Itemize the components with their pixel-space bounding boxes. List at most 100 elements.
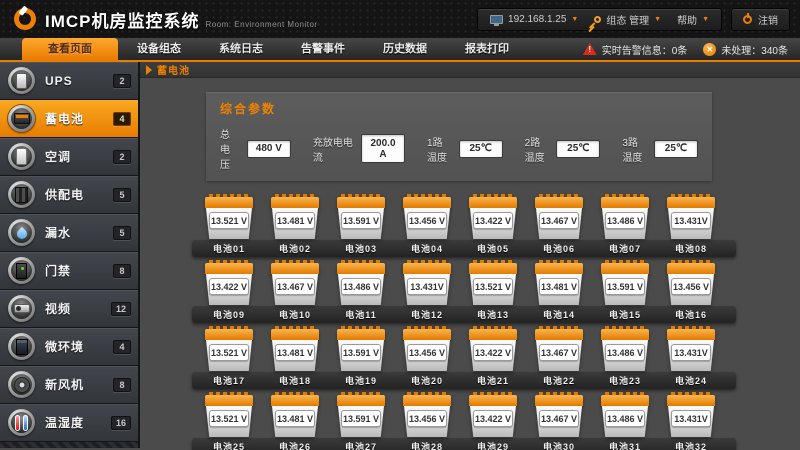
battery-cell[interactable]: 13.456 V电池28 [394,392,460,450]
battery-cell[interactable]: 13.422 V电池09 [196,260,262,324]
sidebar-item-count: 2 [113,74,131,88]
sidebar-item-door-access[interactable]: 门禁 8 [0,252,138,290]
fresh-air-fan-icon [8,371,35,398]
tab-alarm-events[interactable]: 告警事件 [282,38,364,60]
battery-cell[interactable]: 13.481 V电池02 [262,194,328,258]
battery-cell[interactable]: 13.521 V电池25 [196,392,262,450]
battery-cell[interactable]: 13.456 V电池16 [658,260,724,324]
battery-cell[interactable]: 13.422 V电池05 [460,194,526,258]
battery-cell[interactable]: 13.431V电池24 [658,326,724,390]
battery-voltage: 13.467 V [275,278,315,295]
battery-cell[interactable]: 13.521 V电池13 [460,260,526,324]
battery-name: 电池29 [477,440,509,450]
config-manage-menu[interactable]: 组态 管理 ▼ [594,12,661,27]
ip-address: 192.168.1.25 [508,14,566,25]
battery-cell[interactable]: 13.591 V 电池19 [328,326,394,390]
field-temp-1: 1路温度 25℃ [427,134,503,164]
battery-cell[interactable]: 13.591 V电池27 [328,392,394,450]
battery-graphic: 13.521 V [202,392,256,437]
sidebar-item-video[interactable]: 视频 12 [0,290,138,328]
battery-graphic: 13.456 V [664,260,718,305]
sidebar-item-micro-environment[interactable]: 微环境 4 [0,328,138,366]
battery-voltage: 13.591 V [341,212,381,229]
tab-device-config[interactable]: 设备组态 [118,38,200,60]
battery-graphic: 13.591 V [334,392,388,437]
sidebar-item-label: 微环境 [45,338,84,355]
battery-cell[interactable]: 13.456 V电池20 [394,326,460,390]
unhandled-alarm-status[interactable]: 未处理：340条 [703,42,788,57]
battery-cell[interactable]: 13.521 V电池17 [196,326,262,390]
battery-graphic: 13.456 V [400,392,454,437]
key-icon [593,14,603,24]
sidebar-item-ups[interactable]: UPS 2 [0,62,138,100]
unhandled-icon [703,43,716,56]
battery-cap [337,329,385,340]
battery-cap [469,197,517,208]
battery-cell[interactable]: 13.467 V电池22 [526,326,592,390]
sidebar-item-temp-humidity[interactable]: 温湿度 16 [0,404,138,442]
sidebar-item-power-distribution[interactable]: 供配电 5 [0,176,138,214]
sidebar-item-battery[interactable]: 蓄电池 4 [0,100,138,138]
battery-cap [535,197,583,208]
tab-history-data[interactable]: 历史数据 [364,38,446,60]
sidebar-item-fresh-air-fan[interactable]: 新风机 8 [0,366,138,404]
ip-address-menu[interactable]: 192.168.1.25 ▼ [490,14,578,25]
battery-cell[interactable]: 13.467 V电池30 [526,392,592,450]
sidebar-item-count: 8 [113,378,131,392]
sidebar-item-label: 空调 [45,148,71,165]
battery-cell[interactable]: 13.467 V电池06 [526,194,592,258]
warning-icon [583,43,597,55]
chevron-down-icon: ▼ [654,16,661,23]
battery-cell[interactable]: 13.481 V电池26 [262,392,328,450]
battery-cell[interactable]: 13.456 V电池04 [394,194,460,258]
logout-button[interactable]: 注销 [731,8,790,31]
tab-view-page[interactable]: 查看页面 [22,38,118,60]
camera-icon [8,295,35,322]
battery-cell[interactable]: 13.431V电池32 [658,392,724,450]
battery-cell[interactable]: 13.481 V电池14 [526,260,592,324]
battery-graphic: 13.591 V [334,326,388,371]
air-conditioner-icon [8,143,35,170]
battery-name: 电池06 [543,242,575,255]
battery-cell[interactable]: 13.422 V电池29 [460,392,526,450]
battery-voltage: 13.486 V [605,212,645,229]
battery-cell[interactable]: 13.431V电池12 [394,260,460,324]
battery-row: 13.521 V电池2513.481 V电池2613.591 V电池2713.4… [196,392,724,450]
summary-panel-title: 综合参数 [220,100,698,117]
help-menu[interactable]: 帮助 ▼ [677,12,709,27]
battery-cell[interactable]: 13.467 V电池10 [262,260,328,324]
battery-voltage: 13.456 V [407,344,447,361]
battery-voltage: 13.521 V [209,212,249,229]
battery-cell[interactable]: 13.521 V电池01 [196,194,262,258]
battery-cell[interactable]: 13.486 V电池23 [592,326,658,390]
battery-cell[interactable]: 13.422 V电池21 [460,326,526,390]
battery-graphic: 13.521 V [202,194,256,239]
tab-report-print[interactable]: 报表打印 [446,38,528,60]
power-distribution-icon [8,181,35,208]
battery-voltage: 13.456 V [407,212,447,229]
battery-cell[interactable]: 13.591 V电池03 [328,194,394,258]
battery-cap [337,395,385,406]
battery-cell[interactable]: 13.486 V电池11 [328,260,394,324]
sidebar-item-count: 16 [111,416,131,430]
door-access-icon [8,257,35,284]
battery-name: 电池24 [675,374,707,387]
battery-cell[interactable]: 13.591 V电池15 [592,260,658,324]
realtime-alarm-status[interactable]: 实时告警信息：0条 [583,42,688,57]
main-nav: 查看页面 设备组态 系统日志 告警事件 历史数据 报表打印 实时告警信息：0条 … [0,38,800,62]
battery-name: 电池19 [345,374,377,387]
battery-cap [667,329,715,340]
sidebar-item-water-leak[interactable]: 漏水 5 [0,214,138,252]
sidebar-item-air-conditioner[interactable]: 空调 2 [0,138,138,176]
thermometer-icon [8,409,35,436]
tab-system-log[interactable]: 系统日志 [200,38,282,60]
battery-cell[interactable]: 13.431V电池08 [658,194,724,258]
battery-cell[interactable]: 13.486 V电池31 [592,392,658,450]
battery-cap [403,263,451,274]
battery-graphic: 13.481 V [532,260,586,305]
battery-cell[interactable]: 13.486 V电池07 [592,194,658,258]
battery-cell[interactable]: 13.481 V电池18 [262,326,328,390]
battery-row: 13.521 V电池1713.481 V电池1813.591 V 电池19 13.4… [196,326,724,390]
battery-name: 电池31 [609,440,641,450]
battery-graphic: 13.467 V [268,260,322,305]
